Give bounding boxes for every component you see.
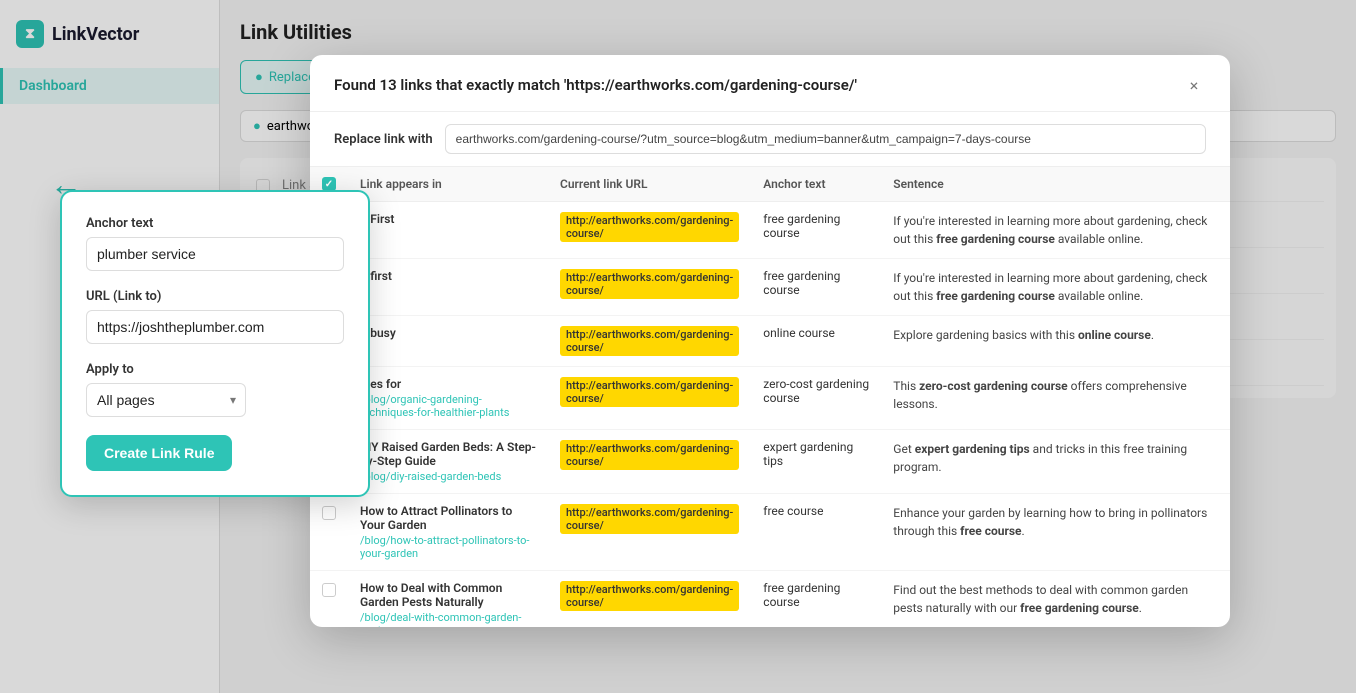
- url-badge[interactable]: http://earthworks.com/gardening-course/: [560, 269, 739, 299]
- row-path[interactable]: /blog/deal-with-common-garden-pests: [360, 611, 536, 627]
- row-title: ...busy: [360, 326, 536, 340]
- table-header-row: ✓ Link appears in Current link URL Ancho…: [310, 167, 1230, 202]
- anchor-text-group: Anchor text: [86, 216, 344, 271]
- anchor-text-cell: free course: [751, 494, 881, 571]
- row-checkbox-cell: [310, 494, 348, 571]
- anchor-text-cell: free gardening course: [751, 571, 881, 628]
- replace-link-input[interactable]: [445, 124, 1206, 154]
- table-row: DIY Raised Garden Beds: A Step-by-Step G…: [310, 430, 1230, 494]
- current-url-cell: http://earthworks.com/gardening-course/: [548, 202, 751, 259]
- table-row: ...first http://earthworks.com/gardening-…: [310, 259, 1230, 316]
- sentence-cell: Enhance your garden by learning how to b…: [881, 494, 1230, 571]
- apply-to-select-wrapper: All pages Selected pages ▾: [86, 383, 246, 417]
- th-anchor-text: Anchor text: [751, 167, 881, 202]
- current-url-cell: http://earthworks.com/gardening-course/: [548, 494, 751, 571]
- sentence-cell: Find out the best methods to deal with c…: [881, 571, 1230, 628]
- current-url-cell: http://earthworks.com/gardening-course/: [548, 430, 751, 494]
- links-table: ✓ Link appears in Current link URL Ancho…: [310, 167, 1230, 627]
- anchor-text-cell: free gardening course: [751, 202, 881, 259]
- sentence-cell: Get expert gardening tips and tricks in …: [881, 430, 1230, 494]
- url-input[interactable]: [86, 310, 344, 344]
- th-link-appears: Link appears in: [348, 167, 548, 202]
- modal-header: Found 13 links that exactly match 'https…: [310, 55, 1230, 112]
- sentence-cell: This zero-cost gardening course offers c…: [881, 367, 1230, 430]
- apply-to-select[interactable]: All pages Selected pages: [86, 383, 246, 417]
- current-url-cell: http://earthworks.com/gardening-course/: [548, 367, 751, 430]
- row-path[interactable]: /blog/how-to-attract-pollinators-to-your…: [360, 534, 536, 560]
- table-row: ...First http://earthworks.com/gardening-…: [310, 202, 1230, 259]
- sentence-cell: If you're interested in learning more ab…: [881, 202, 1230, 259]
- row-checkbox-cell: [310, 571, 348, 628]
- apply-to-group: Apply to All pages Selected pages ▾: [86, 362, 344, 417]
- url-badge[interactable]: http://earthworks.com/gardening-course/: [560, 440, 739, 470]
- url-label: URL (Link to): [86, 289, 344, 304]
- link-appears-cell: ...es for/blog/organic-gardening-techniq…: [348, 367, 548, 430]
- sentence-text: Get expert gardening tips and tricks in …: [893, 440, 1218, 476]
- sentence-cell: If you're interested in learning more ab…: [881, 259, 1230, 316]
- th-sentence: Sentence: [881, 167, 1230, 202]
- table-row: How to Deal with Common Garden Pests Nat…: [310, 571, 1230, 628]
- sentence-text: If you're interested in learning more ab…: [893, 269, 1218, 305]
- link-appears-cell: ...busy: [348, 316, 548, 367]
- anchor-text-label: Anchor text: [86, 216, 344, 231]
- row-title: DIY Raised Garden Beds: A Step-by-Step G…: [360, 440, 536, 468]
- sentence-text: Explore gardening basics with this onlin…: [893, 326, 1218, 344]
- sentence-cell: Explore gardening basics with this onlin…: [881, 316, 1230, 367]
- row-checkbox[interactable]: [322, 583, 336, 597]
- sentence-text: Enhance your garden by learning how to b…: [893, 504, 1218, 540]
- url-badge[interactable]: http://earthworks.com/gardening-course/: [560, 377, 739, 407]
- anchor-text-cell: expert gardening tips: [751, 430, 881, 494]
- url-badge[interactable]: http://earthworks.com/gardening-course/: [560, 212, 739, 242]
- link-appears-cell: ...first: [348, 259, 548, 316]
- replace-links-modal: Found 13 links that exactly match 'https…: [310, 55, 1230, 627]
- sentence-text: Find out the best methods to deal with c…: [893, 581, 1218, 617]
- row-title: ...es for: [360, 377, 536, 391]
- current-url-cell: http://earthworks.com/gardening-course/: [548, 259, 751, 316]
- links-table-scroll[interactable]: ✓ Link appears in Current link URL Ancho…: [310, 167, 1230, 627]
- row-title: ...first: [360, 269, 536, 283]
- link-appears-cell: How to Deal with Common Garden Pests Nat…: [348, 571, 548, 628]
- current-url-cell: http://earthworks.com/gardening-course/: [548, 571, 751, 628]
- row-checkbox[interactable]: [322, 506, 336, 520]
- table-row: How to Attract Pollinators to Your Garde…: [310, 494, 1230, 571]
- sentence-text: This zero-cost gardening course offers c…: [893, 377, 1218, 413]
- row-path[interactable]: /blog/diy-raised-garden-beds: [360, 470, 536, 483]
- table-row: ...es for/blog/organic-gardening-techniq…: [310, 367, 1230, 430]
- url-badge[interactable]: http://earthworks.com/gardening-course/: [560, 504, 739, 534]
- replace-link-label: Replace link with: [334, 132, 433, 147]
- close-button[interactable]: ×: [1182, 73, 1206, 97]
- table-row: ...busy http://earthworks.com/gardening-c…: [310, 316, 1230, 367]
- create-link-rule-button[interactable]: Create Link Rule: [86, 435, 232, 471]
- anchor-text-input[interactable]: [86, 237, 344, 271]
- url-group: URL (Link to): [86, 289, 344, 344]
- anchor-text-cell: online course: [751, 316, 881, 367]
- link-appears-cell: ...First: [348, 202, 548, 259]
- row-path[interactable]: /blog/organic-gardening-techniques-for-h…: [360, 393, 536, 419]
- row-title: How to Deal with Common Garden Pests Nat…: [360, 581, 536, 609]
- link-appears-cell: DIY Raised Garden Beds: A Step-by-Step G…: [348, 430, 548, 494]
- apply-to-label: Apply to: [86, 362, 344, 377]
- current-url-cell: http://earthworks.com/gardening-course/: [548, 316, 751, 367]
- url-badge[interactable]: http://earthworks.com/gardening-course/: [560, 326, 739, 356]
- replace-link-row: Replace link with: [310, 112, 1230, 167]
- row-title: ...First: [360, 212, 536, 226]
- th-current-url: Current link URL: [548, 167, 751, 202]
- anchor-text-cell: zero-cost gardening course: [751, 367, 881, 430]
- create-link-rule-card: Anchor text URL (Link to) Apply to All p…: [60, 190, 370, 497]
- anchor-text-cell: free gardening course: [751, 259, 881, 316]
- link-appears-cell: How to Attract Pollinators to Your Garde…: [348, 494, 548, 571]
- row-title: How to Attract Pollinators to Your Garde…: [360, 504, 536, 532]
- modal-title: Found 13 links that exactly match 'https…: [334, 76, 857, 94]
- url-badge[interactable]: http://earthworks.com/gardening-course/: [560, 581, 739, 611]
- sentence-text: If you're interested in learning more ab…: [893, 212, 1218, 248]
